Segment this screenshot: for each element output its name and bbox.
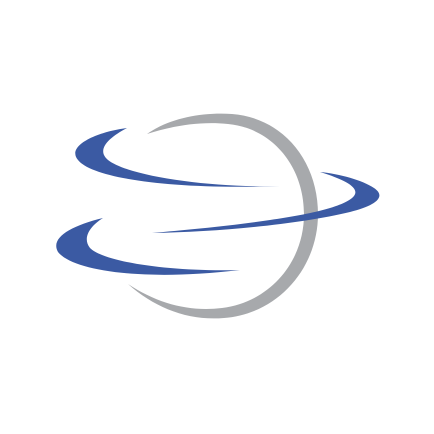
- lower-swoosh: [56, 218, 241, 275]
- right-swoosh: [152, 172, 380, 233]
- globe-ring-arc: [128, 113, 318, 319]
- globe-swoosh-icon: [56, 113, 380, 319]
- logo-canvas: [0, 0, 434, 434]
- upper-swoosh: [75, 128, 280, 187]
